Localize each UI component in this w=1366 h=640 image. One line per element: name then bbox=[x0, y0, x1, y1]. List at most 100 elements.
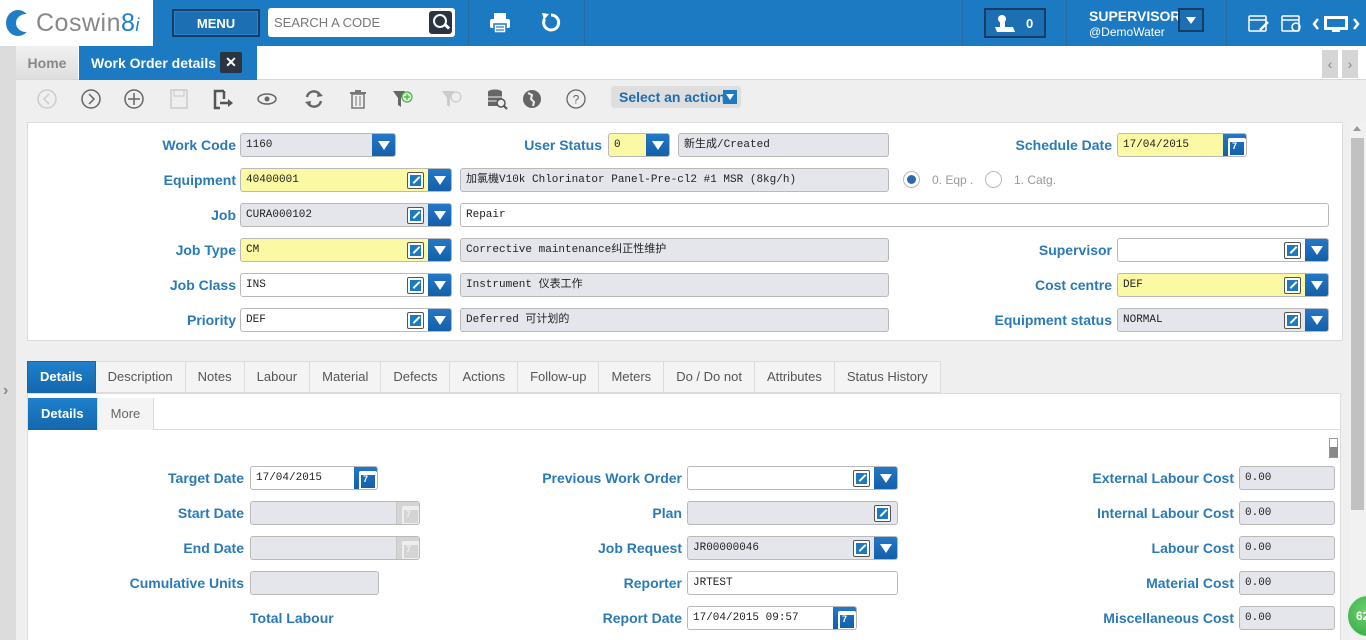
calendar-icon[interactable] bbox=[833, 607, 856, 629]
chevron-down-icon[interactable] bbox=[428, 204, 451, 226]
open-link-icon[interactable] bbox=[1284, 277, 1301, 294]
tab-meters[interactable]: Meters bbox=[599, 361, 665, 393]
open-link-icon[interactable] bbox=[1284, 312, 1301, 329]
job-value: CURA000102 bbox=[246, 209, 313, 221]
open-link-icon[interactable] bbox=[407, 242, 424, 259]
tab-description[interactable]: Description bbox=[95, 361, 186, 393]
inner-scrollbar[interactable] bbox=[1329, 438, 1338, 458]
job-type-field[interactable]: CM bbox=[240, 238, 452, 262]
open-link-icon[interactable] bbox=[407, 312, 424, 329]
open-link-icon[interactable] bbox=[874, 505, 891, 522]
scroll-up-icon[interactable] bbox=[1353, 126, 1361, 131]
tab-do-do-not[interactable]: Do / Do not bbox=[664, 361, 755, 393]
database-search-icon[interactable] bbox=[486, 88, 508, 110]
notifications-button[interactable]: 0 bbox=[984, 8, 1046, 38]
priority-field[interactable]: DEF bbox=[240, 308, 452, 332]
tab-material[interactable]: Material bbox=[310, 361, 382, 393]
subtab-more[interactable]: More bbox=[97, 398, 155, 430]
supervisor-field[interactable] bbox=[1117, 238, 1329, 262]
chevron-down-icon[interactable] bbox=[874, 537, 897, 559]
coswin-logo[interactable]: Coswin8i bbox=[0, 0, 153, 46]
job-class-field[interactable]: INS bbox=[240, 273, 452, 297]
add-icon[interactable] bbox=[123, 88, 145, 110]
filter-remove-icon[interactable] bbox=[441, 88, 463, 110]
radio-category[interactable] bbox=[985, 171, 1002, 188]
equipment-status-field[interactable]: NORMAL bbox=[1117, 308, 1329, 332]
chevron-down-icon[interactable] bbox=[646, 134, 669, 156]
report-date-label: Report Date bbox=[602, 610, 682, 626]
globe-icon[interactable] bbox=[521, 88, 543, 110]
previous-icon[interactable] bbox=[36, 88, 58, 110]
open-link-icon[interactable] bbox=[407, 207, 424, 224]
tab-details[interactable]: Details bbox=[27, 361, 96, 393]
export-icon[interactable] bbox=[212, 88, 234, 110]
chevron-down-icon[interactable] bbox=[1305, 239, 1328, 261]
edit-window-icon[interactable] bbox=[1248, 15, 1270, 33]
filter-add-icon[interactable] bbox=[392, 88, 414, 110]
tab-attributes[interactable]: Attributes bbox=[754, 361, 835, 393]
job-description-field[interactable]: Repair bbox=[460, 203, 1329, 227]
search-input[interactable] bbox=[274, 15, 424, 30]
tabs-prev-button[interactable]: ‹ bbox=[1322, 50, 1338, 78]
divider bbox=[1226, 0, 1227, 46]
target-date-field[interactable]: 17/04/2015 bbox=[250, 466, 378, 490]
subtab-details[interactable]: Details bbox=[28, 398, 98, 430]
tab-follow-up[interactable]: Follow-up bbox=[518, 361, 600, 393]
chevron-down-icon[interactable] bbox=[428, 309, 451, 331]
refresh-icon[interactable] bbox=[540, 11, 562, 33]
tab-status-history[interactable]: Status History bbox=[834, 361, 941, 393]
job-field[interactable]: CURA000102 bbox=[240, 203, 452, 227]
view-icon[interactable] bbox=[256, 88, 278, 110]
print-icon[interactable] bbox=[489, 12, 511, 34]
user-menu-dropdown[interactable] bbox=[1178, 8, 1204, 32]
calendar-icon[interactable] bbox=[354, 467, 377, 489]
left-rail[interactable]: › bbox=[0, 46, 16, 640]
tabs-next-button[interactable]: › bbox=[1342, 50, 1358, 78]
chevron-down-icon[interactable] bbox=[1305, 309, 1328, 331]
chevron-down-icon[interactable] bbox=[874, 467, 897, 489]
chevron-down-icon[interactable] bbox=[372, 134, 395, 156]
job-request-field[interactable]: JR00000046 bbox=[687, 536, 898, 560]
open-link-icon[interactable] bbox=[853, 470, 870, 487]
chevron-down-icon[interactable] bbox=[428, 239, 451, 261]
select-action-dropdown[interactable]: Select an action bbox=[611, 86, 741, 108]
open-link-icon[interactable] bbox=[1284, 242, 1301, 259]
tab-defects[interactable]: Defects bbox=[381, 361, 451, 393]
schedule-date-label: Schedule Date bbox=[1015, 137, 1112, 153]
tab-labour[interactable]: Labour bbox=[244, 361, 311, 393]
chevron-down-icon[interactable] bbox=[428, 169, 451, 191]
tab-notes[interactable]: Notes bbox=[185, 361, 245, 393]
logo-version: 8 bbox=[120, 8, 136, 37]
expand-sidebar-icon[interactable]: › bbox=[3, 382, 8, 400]
open-link-icon[interactable] bbox=[407, 172, 424, 189]
equipment-field[interactable]: 40400001 bbox=[240, 168, 452, 192]
schedule-date-field[interactable]: 17/04/2015 bbox=[1117, 133, 1247, 157]
previous-work-order-field[interactable] bbox=[687, 466, 898, 490]
user-info[interactable]: SUPERVISOR @DemoWater bbox=[1089, 8, 1181, 39]
search-icon[interactable] bbox=[429, 11, 452, 34]
page-scrollbar[interactable] bbox=[1349, 122, 1366, 640]
next-icon[interactable] bbox=[80, 88, 102, 110]
help-icon[interactable]: ? bbox=[565, 88, 587, 110]
reporter-field[interactable]: JRTEST bbox=[687, 571, 898, 595]
tab-home[interactable]: Home bbox=[16, 46, 78, 79]
radio-equipment[interactable] bbox=[903, 171, 920, 188]
calendar-icon[interactable] bbox=[1223, 134, 1246, 156]
chevron-down-icon[interactable] bbox=[1305, 274, 1328, 296]
screen-switcher-icon[interactable] bbox=[1312, 15, 1362, 33]
report-date-field[interactable]: 17/04/2015 09:57 bbox=[687, 606, 857, 630]
refresh-window-icon[interactable] bbox=[1281, 15, 1303, 33]
work-code-field[interactable]: 1160 bbox=[240, 133, 396, 157]
close-tab-button[interactable]: ✕ bbox=[220, 52, 242, 73]
save-icon[interactable] bbox=[168, 88, 190, 110]
user-status-field[interactable]: 0 bbox=[608, 133, 670, 157]
open-link-icon[interactable] bbox=[853, 540, 870, 557]
sync-icon[interactable] bbox=[303, 88, 325, 110]
menu-button[interactable]: MENU bbox=[172, 9, 260, 37]
delete-icon[interactable] bbox=[347, 88, 369, 110]
tab-actions[interactable]: Actions bbox=[450, 361, 519, 393]
scrollbar-thumb[interactable] bbox=[1351, 138, 1364, 510]
cost-centre-field[interactable]: DEF bbox=[1117, 273, 1329, 297]
open-link-icon[interactable] bbox=[407, 277, 424, 294]
chevron-down-icon[interactable] bbox=[428, 274, 451, 296]
